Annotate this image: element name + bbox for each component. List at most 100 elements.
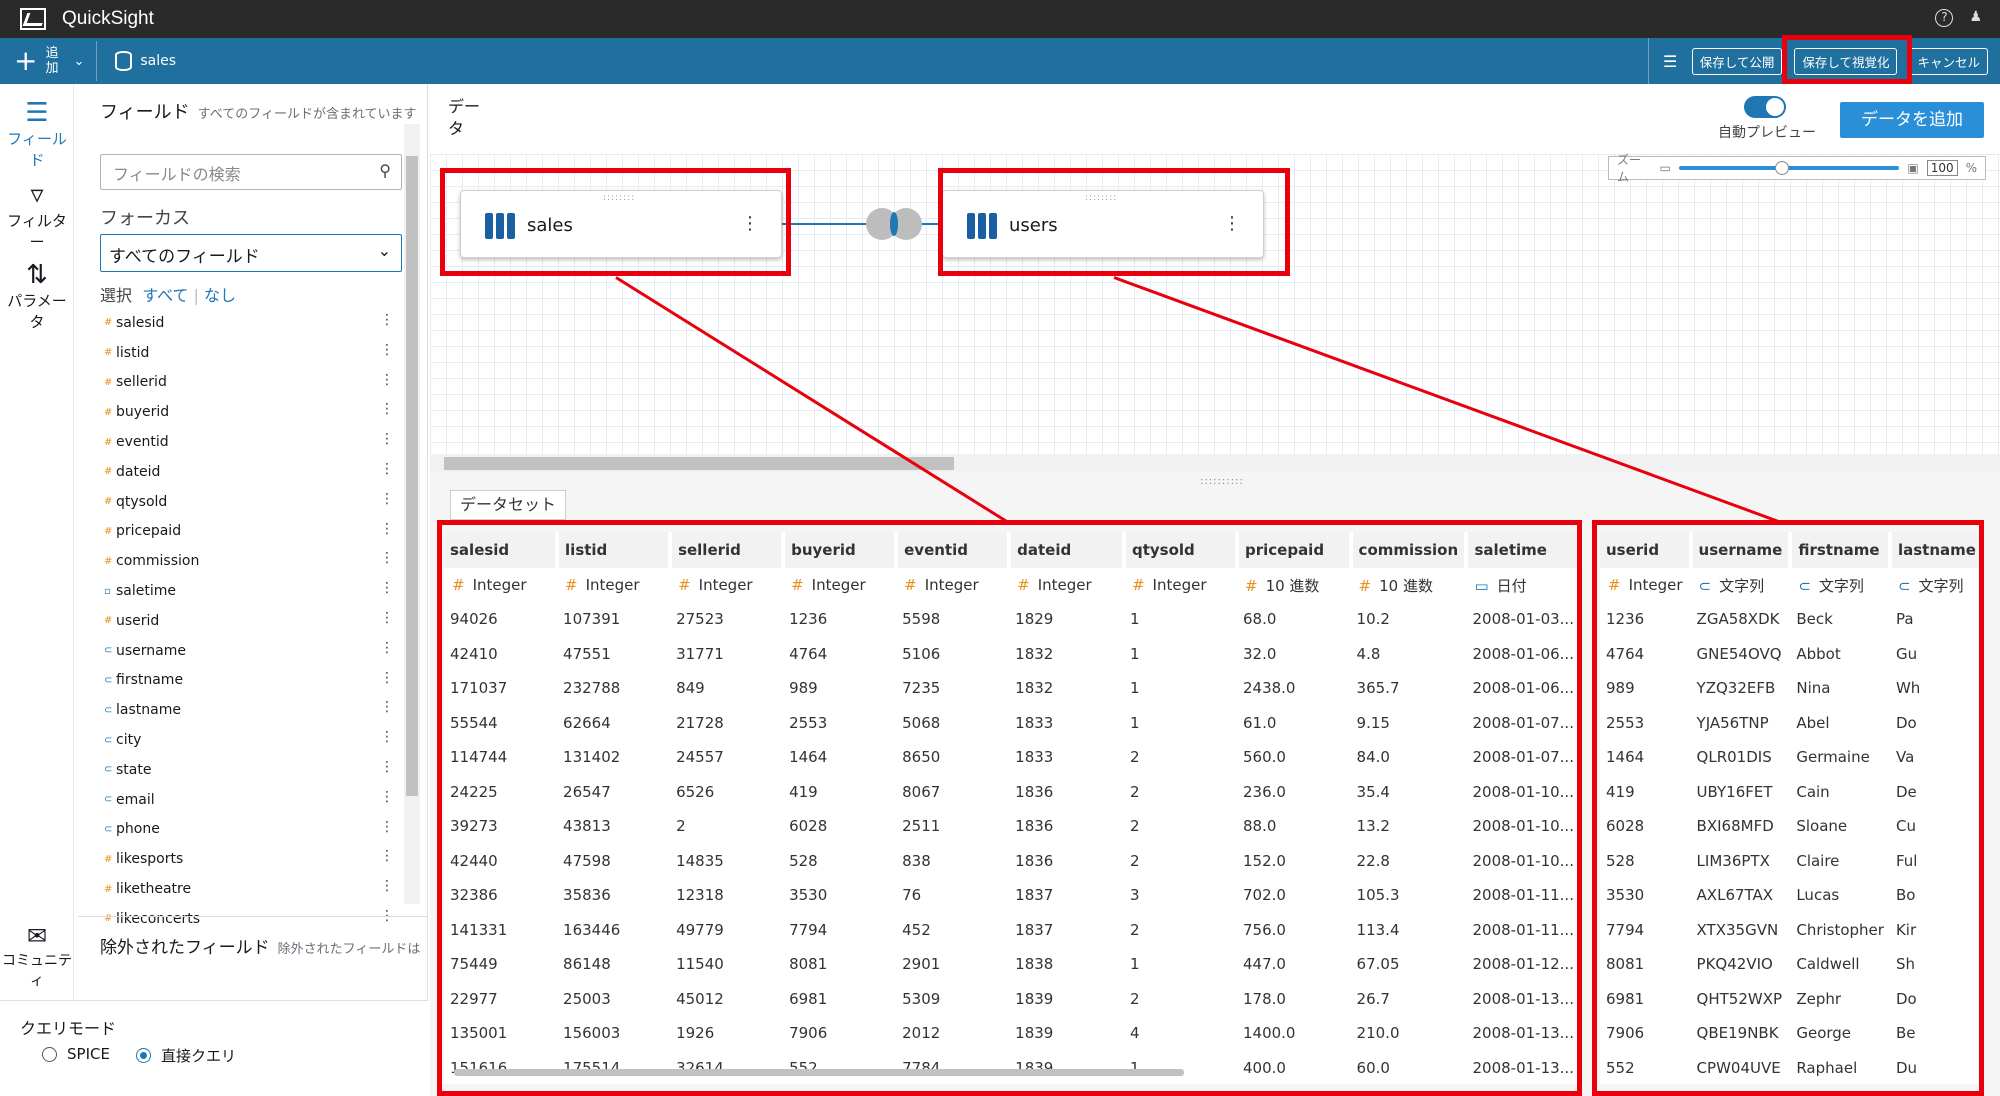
user-icon[interactable]: ♟ bbox=[1969, 9, 1982, 27]
column-header[interactable]: pricepaid bbox=[1236, 532, 1353, 568]
canvas-hscroll[interactable] bbox=[430, 454, 2000, 472]
fit-screen-icon[interactable]: ▣ bbox=[1907, 161, 1918, 175]
column-type[interactable]: # Integer bbox=[896, 568, 1009, 602]
field-item[interactable]: # eventid ⋮ bbox=[104, 427, 394, 457]
column-type[interactable]: # Integer bbox=[670, 568, 783, 602]
more-options-icon[interactable]: ⋮ bbox=[380, 342, 394, 358]
column-type[interactable]: # Integer bbox=[783, 568, 896, 602]
field-item[interactable]: ⊂ username ⋮ bbox=[104, 636, 394, 666]
zoom-slider[interactable] bbox=[1678, 161, 1900, 175]
column-type[interactable]: # Integer bbox=[1124, 568, 1237, 602]
column-type[interactable]: #10 進数 bbox=[1237, 568, 1351, 602]
column-header[interactable]: qtysold bbox=[1123, 532, 1239, 568]
column-header[interactable]: saletime bbox=[1466, 532, 1582, 568]
more-options-icon[interactable]: ⋮ bbox=[380, 461, 394, 477]
column-type[interactable]: # Integer bbox=[1600, 568, 1691, 602]
add-button[interactable]: + 追加 ⌄ bbox=[14, 41, 98, 81]
column-type[interactable]: ▭ 日付 bbox=[1466, 568, 1580, 602]
drag-handle-icon[interactable]: :::::::: bbox=[1085, 193, 1117, 203]
field-item[interactable]: ⊂ lastname ⋮ bbox=[104, 695, 394, 725]
more-options-icon[interactable]: ⋮ bbox=[380, 580, 394, 596]
zoom-out-icon[interactable]: ▭ bbox=[1659, 161, 1670, 175]
help-icon[interactable]: ? bbox=[1935, 9, 1954, 27]
direct-query-radio[interactable] bbox=[136, 1048, 151, 1063]
column-header[interactable]: lastname bbox=[1889, 532, 1978, 568]
more-options-icon[interactable]: ⋮ bbox=[380, 759, 394, 775]
spice-radio[interactable] bbox=[42, 1046, 57, 1062]
settings-sliders-icon[interactable]: ☰ bbox=[1647, 38, 1692, 84]
field-item[interactable]: # commission ⋮ bbox=[104, 546, 394, 576]
column-type[interactable]: ⊂ 文字列 bbox=[1691, 568, 1791, 602]
excluded-fields-section[interactable]: 除外されたフィールド 除外されたフィールドは bbox=[78, 916, 428, 976]
column-header[interactable]: commission bbox=[1350, 532, 1469, 568]
field-item[interactable]: # liketheatre ⋮ bbox=[104, 874, 394, 904]
more-options-icon[interactable]: ⋮ bbox=[1223, 213, 1241, 234]
sales-node[interactable]: :::::::: sales ⋮ bbox=[460, 190, 782, 258]
field-item[interactable]: # dateid ⋮ bbox=[104, 457, 394, 487]
more-options-icon[interactable]: ⋮ bbox=[380, 878, 394, 894]
column-type[interactable]: #10 進数 bbox=[1351, 568, 1467, 602]
field-search-input[interactable]: フィールドの検索 ⚲ bbox=[100, 154, 402, 190]
more-options-icon[interactable]: ⋮ bbox=[380, 640, 394, 656]
zoom-slider-handle[interactable] bbox=[1774, 161, 1789, 175]
field-item[interactable]: # likesports ⋮ bbox=[104, 844, 394, 874]
zoom-value[interactable]: 100 bbox=[1926, 160, 1958, 176]
users-node[interactable]: :::::::: users ⋮ bbox=[942, 190, 1264, 258]
add-data-button[interactable]: データを追加 bbox=[1840, 102, 1984, 138]
rail-fields[interactable]: ☰ フィールド bbox=[0, 98, 74, 170]
field-item[interactable]: # sellerid ⋮ bbox=[104, 368, 394, 398]
field-item[interactable]: ⊂ firstname ⋮ bbox=[104, 666, 394, 696]
more-options-icon[interactable]: ⋮ bbox=[380, 372, 394, 388]
more-options-icon[interactable]: ⋮ bbox=[380, 729, 394, 745]
dataset-name-area[interactable]: sales bbox=[115, 51, 176, 71]
field-item[interactable]: ⊂ city ⋮ bbox=[104, 725, 394, 755]
column-header[interactable]: firstname bbox=[1790, 532, 1892, 568]
rail-community[interactable]: ✉ コミュニティ bbox=[0, 922, 74, 990]
field-item[interactable]: # buyerid ⋮ bbox=[104, 397, 394, 427]
column-header[interactable]: dateid bbox=[1009, 532, 1126, 568]
column-type[interactable]: ⊂ 文字列 bbox=[1890, 568, 1978, 602]
column-header[interactable]: buyerid bbox=[783, 532, 899, 568]
quicksight-logo-icon[interactable] bbox=[20, 8, 46, 30]
field-item[interactable]: # pricepaid ⋮ bbox=[104, 517, 394, 547]
field-item[interactable]: ⊂ phone ⋮ bbox=[104, 815, 394, 845]
spice-option[interactable]: SPICE bbox=[42, 1045, 110, 1063]
select-none-link[interactable]: なし bbox=[204, 286, 236, 305]
field-item[interactable]: # qtysold ⋮ bbox=[104, 487, 394, 517]
field-item[interactable]: # userid ⋮ bbox=[104, 606, 394, 636]
save-publish-button[interactable]: 保存して公開 bbox=[1691, 47, 1783, 75]
column-header[interactable]: listid bbox=[557, 532, 673, 568]
column-header[interactable]: eventid bbox=[896, 532, 1012, 568]
rail-parameters[interactable]: ⇅ パラメータ bbox=[0, 260, 74, 332]
column-header[interactable]: sellerid bbox=[670, 532, 786, 568]
select-all-link[interactable]: すべて bbox=[142, 286, 188, 305]
auto-preview-toggle[interactable] bbox=[1744, 96, 1786, 118]
drag-handle-icon[interactable]: :::::::: bbox=[603, 193, 635, 203]
field-item[interactable]: ▫ saletime ⋮ bbox=[104, 576, 394, 606]
more-options-icon[interactable]: ⋮ bbox=[380, 789, 394, 805]
field-item[interactable]: ⊂ email ⋮ bbox=[104, 785, 394, 815]
column-header[interactable]: username bbox=[1690, 532, 1793, 568]
column-type[interactable]: # Integer bbox=[444, 568, 557, 602]
field-item[interactable]: # listid ⋮ bbox=[104, 338, 394, 368]
join-icon[interactable] bbox=[866, 208, 924, 240]
more-options-icon[interactable]: ⋮ bbox=[380, 819, 394, 835]
column-type[interactable]: ⊂ 文字列 bbox=[1790, 568, 1890, 602]
resize-handle-icon[interactable]: :::::::::: bbox=[1200, 476, 1244, 487]
field-list-scrollbar[interactable] bbox=[404, 124, 420, 904]
more-options-icon[interactable]: ⋮ bbox=[380, 610, 394, 626]
more-options-icon[interactable]: ⋮ bbox=[741, 213, 759, 234]
cancel-button[interactable]: キャンセル bbox=[1909, 47, 1988, 75]
column-header[interactable]: userid bbox=[1600, 532, 1693, 568]
column-type[interactable]: # Integer bbox=[1009, 568, 1124, 602]
more-options-icon[interactable]: ⋮ bbox=[380, 431, 394, 447]
dataset-tab[interactable]: データセット bbox=[450, 490, 566, 520]
direct-query-option[interactable]: 直接クエリ bbox=[136, 1045, 236, 1066]
table-hscroll[interactable] bbox=[454, 1069, 1184, 1076]
more-options-icon[interactable]: ⋮ bbox=[380, 521, 394, 537]
more-options-icon[interactable]: ⋮ bbox=[380, 312, 394, 328]
more-options-icon[interactable]: ⋮ bbox=[380, 401, 394, 417]
focus-select[interactable]: すべてのフィールド ⌄ bbox=[100, 234, 402, 272]
more-options-icon[interactable]: ⋮ bbox=[380, 670, 394, 686]
column-header[interactable]: salesid bbox=[444, 532, 560, 568]
